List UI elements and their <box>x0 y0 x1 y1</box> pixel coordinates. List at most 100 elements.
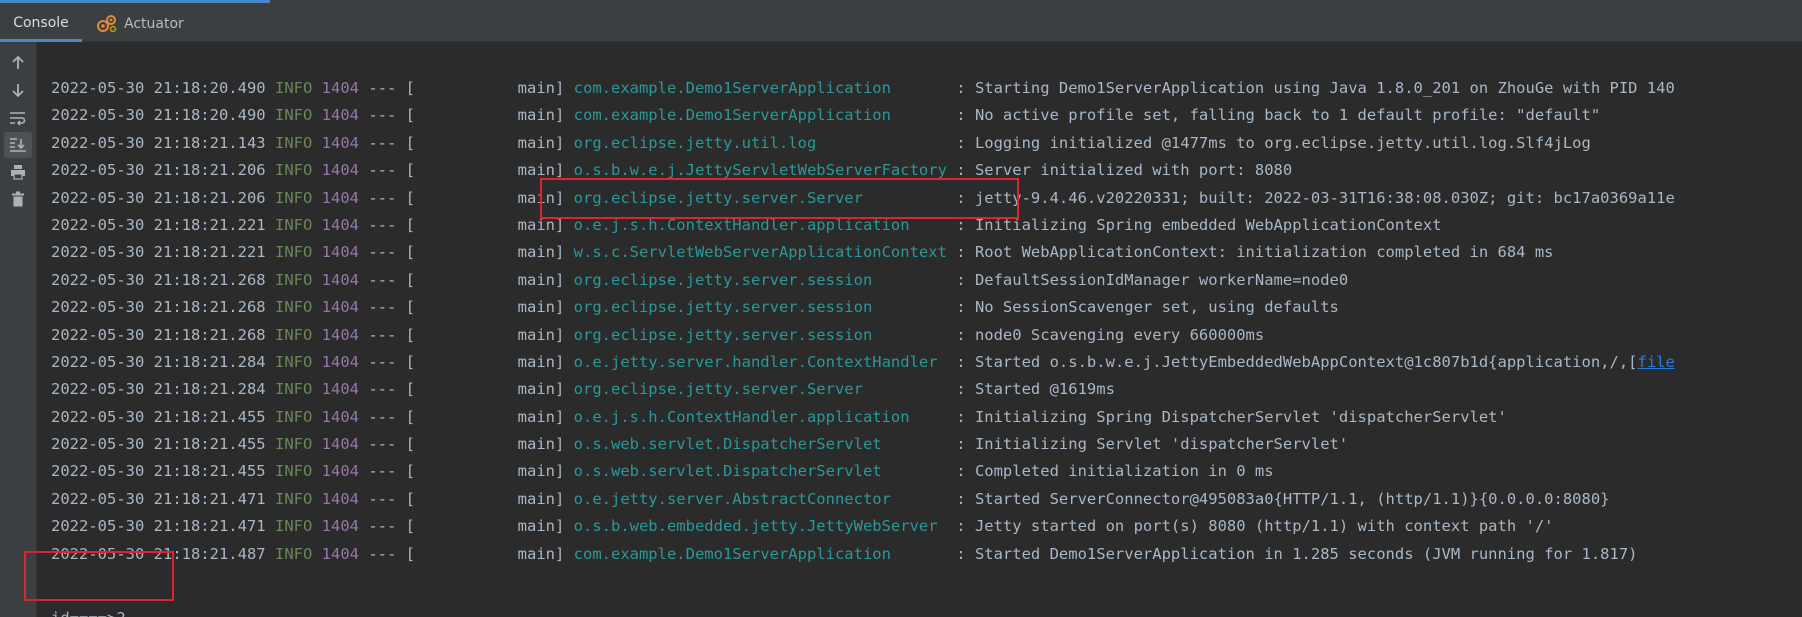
log-message: DefaultSessionIdManager workerName=node0 <box>974 270 1349 289</box>
scroll-up-button[interactable] <box>4 50 32 76</box>
console-toolbar <box>0 42 37 617</box>
log-colon: : <box>946 243 975 262</box>
log-message: Completed initialization in 0 ms <box>974 462 1274 481</box>
log-thread: main] <box>415 79 565 97</box>
log-separator: --- [ <box>368 270 415 289</box>
log-colon: : <box>946 489 975 508</box>
scroll-down-icon <box>12 84 24 98</box>
log-colon: : <box>946 435 975 454</box>
clear-all-button[interactable] <box>4 186 32 212</box>
log-message: Root WebApplicationContext: initializati… <box>974 243 1554 262</box>
log-pid: 1404 <box>321 106 359 125</box>
tab-actuator[interactable]: Actuator <box>96 6 196 42</box>
print-button[interactable] <box>4 159 32 185</box>
log-line: 2022-05-30 21:18:21.471 INFO 1404 --- [ … <box>51 513 1675 540</box>
log-level: INFO <box>274 270 313 289</box>
log-separator: --- [ <box>368 435 415 454</box>
log-level: INFO <box>274 352 313 371</box>
log-message: Initializing Spring DispatcherServlet 'd… <box>974 407 1507 426</box>
log-colon: : <box>946 380 975 399</box>
log-message: Initializing Servlet 'dispatcherServlet' <box>974 435 1349 454</box>
log-timestamp: 2022-05-30 21:18:20.490 <box>51 106 266 125</box>
log-pid: 1404 <box>321 243 359 262</box>
log-thread: main] <box>415 325 565 344</box>
log-level: INFO <box>274 298 313 317</box>
file-link[interactable]: file <box>1638 353 1675 371</box>
log-logger: com.example.Demo1ServerApplication <box>573 544 947 563</box>
log-pid: 1404 <box>321 489 359 508</box>
log-separator: --- [ <box>368 462 415 481</box>
log-line: 2022-05-30 21:18:21.487 INFO 1404 --- [ … <box>51 541 1675 568</box>
log-thread: main] <box>415 380 565 399</box>
log-separator: --- [ <box>368 380 415 399</box>
log-level: INFO <box>274 380 313 399</box>
log-line: 2022-05-30 21:18:21.143 INFO 1404 --- [ … <box>51 130 1675 157</box>
log-separator: --- [ <box>368 106 415 125</box>
log-line: 2022-05-30 21:18:20.490 INFO 1404 --- [ … <box>51 102 1675 129</box>
log-message: No active profile set, falling back to 1… <box>974 106 1601 125</box>
log-logger: o.e.jetty.server.handler.ContextHandler <box>573 352 947 371</box>
log-thread: main] <box>415 407 565 426</box>
log-colon: : <box>946 161 975 180</box>
scroll-to-end-button[interactable] <box>4 132 32 158</box>
log-colon: : <box>946 407 975 426</box>
log-pid: 1404 <box>321 133 359 152</box>
log-pid: 1404 <box>321 407 359 426</box>
log-separator: --- [ <box>368 325 415 344</box>
log-pid: 1404 <box>321 79 359 97</box>
log-message: No SessionScavenger set, using defaults <box>974 298 1339 317</box>
scroll-down-button[interactable] <box>4 77 32 103</box>
log-thread: main] <box>415 462 565 481</box>
log-line: 2022-05-30 21:18:21.455 INFO 1404 --- [ … <box>51 404 1675 431</box>
soft-wrap-icon <box>10 112 26 126</box>
log-logger: w.s.c.ServletWebServerApplicationContext <box>573 243 947 262</box>
soft-wrap-button[interactable] <box>4 105 32 131</box>
log-pid: 1404 <box>321 544 359 563</box>
log-message: Logging initialized @1477ms to org.eclip… <box>974 133 1591 152</box>
log-logger: org.eclipse.jetty.server.session <box>573 270 947 289</box>
log-separator: --- [ <box>368 243 415 262</box>
log-timestamp: 2022-05-30 21:18:21.206 <box>51 188 266 207</box>
log-separator: --- [ <box>368 215 415 234</box>
log-timestamp: 2022-05-30 21:18:21.268 <box>51 325 266 344</box>
log-timestamp: 2022-05-30 21:18:21.268 <box>51 270 266 289</box>
log-message: Started @1619ms <box>974 380 1115 399</box>
log-timestamp: 2022-05-30 21:18:21.221 <box>51 215 266 234</box>
log-level: INFO <box>274 489 313 508</box>
log-thread: main] <box>415 489 565 508</box>
log-thread: main] <box>415 188 565 207</box>
log-colon: : <box>946 544 975 563</box>
log-colon: : <box>946 352 975 371</box>
log-logger: o.e.jetty.server.AbstractConnector <box>573 489 947 508</box>
log-colon: : <box>946 188 975 207</box>
log-line: 2022-05-30 21:18:20.490 INFO 1404 --- [ … <box>51 75 1675 102</box>
log-separator: --- [ <box>368 352 415 371</box>
log-colon: : <box>946 298 975 317</box>
log-colon: : <box>946 133 975 152</box>
log-pid: 1404 <box>321 188 359 207</box>
log-separator: --- [ <box>368 544 415 563</box>
log-pid: 1404 <box>321 215 359 234</box>
log-message: Initializing Spring embedded WebApplicat… <box>974 215 1442 234</box>
log-colon: : <box>946 325 975 344</box>
log-thread: main] <box>415 133 565 152</box>
log-colon: : <box>946 270 975 289</box>
clear-all-icon <box>12 191 24 207</box>
log-line: 2022-05-30 21:18:21.455 INFO 1404 --- [ … <box>51 431 1675 458</box>
log-logger: org.eclipse.jetty.server.Server <box>573 188 947 207</box>
log-line: 2022-05-30 21:18:21.455 INFO 1404 --- [ … <box>51 458 1675 485</box>
log-line: 2022-05-30 21:18:21.284 INFO 1404 --- [ … <box>51 349 1675 376</box>
log-timestamp: 2022-05-30 21:18:21.455 <box>51 462 266 481</box>
log-pid: 1404 <box>321 325 359 344</box>
scroll-up-icon <box>12 55 24 69</box>
log-timestamp: 2022-05-30 21:18:21.455 <box>51 435 266 454</box>
log-level: INFO <box>274 325 313 344</box>
tab-console[interactable]: Console <box>0 6 82 42</box>
log-thread: main] <box>415 106 565 125</box>
console-output[interactable]: ̄ ̄ 2022-05-30 21:18:20.490 INFO 1404 --… <box>37 42 1802 617</box>
log-thread: main] <box>415 161 565 180</box>
log-pid: 1404 <box>321 435 359 454</box>
log-separator: --- [ <box>368 79 415 97</box>
log-line: 2022-05-30 21:18:21.206 INFO 1404 --- [ … <box>51 157 1675 184</box>
log-logger: o.s.web.servlet.DispatcherServlet <box>573 462 947 481</box>
